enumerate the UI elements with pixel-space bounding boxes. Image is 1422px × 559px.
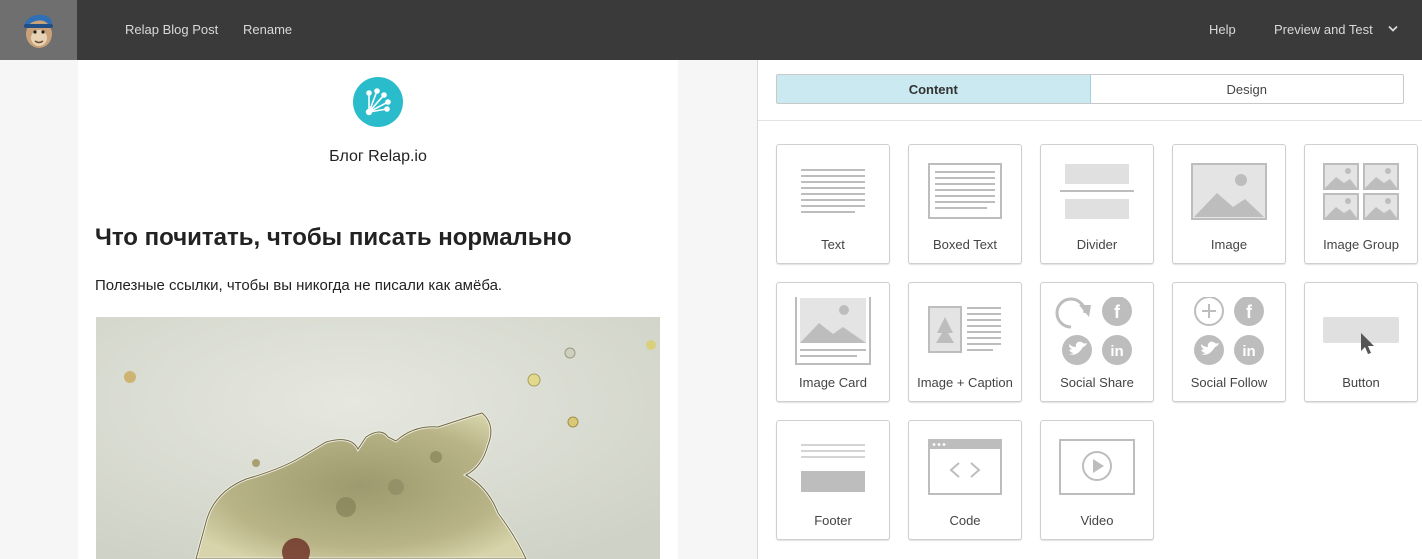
freddie-icon	[24, 14, 53, 48]
block-social-share[interactable]: f in Social Share	[1040, 282, 1154, 402]
block-label: Image Card	[799, 375, 867, 390]
svg-text:in: in	[1110, 343, 1123, 360]
code-icon	[928, 439, 1002, 495]
svg-text:f: f	[1246, 302, 1253, 322]
panel-divider	[758, 120, 1422, 121]
help-link[interactable]: Help	[1209, 22, 1236, 38]
block-image-group[interactable]: Image Group	[1304, 144, 1418, 264]
preview-and-test-menu[interactable]: Preview and Test	[1274, 22, 1373, 38]
blog-name: Блог Relap.io	[329, 148, 427, 165]
block-label: Social Share	[1060, 375, 1134, 390]
mailchimp-logo[interactable]	[0, 0, 77, 60]
content-panel: Content Design Text Boxed Text Divider I…	[757, 60, 1422, 559]
block-image-caption[interactable]: Image + Caption	[908, 282, 1022, 402]
block-footer[interactable]: Footer	[776, 420, 890, 540]
email-headline: Что почитать, чтобы писать нормально	[95, 224, 572, 251]
footer-icon	[801, 444, 865, 492]
block-label: Divider	[1076, 237, 1118, 252]
text-block-icon	[801, 169, 865, 213]
block-label: Image	[1210, 237, 1248, 252]
top-bar: Relap Blog Post Rename Help Preview and …	[0, 0, 1422, 60]
panel-tabs: Content Design	[776, 74, 1404, 104]
block-label: Image + Caption	[917, 375, 1013, 390]
block-code[interactable]: Code	[908, 420, 1022, 540]
block-label: Image Group	[1323, 237, 1399, 252]
social-follow-icon: f in	[1194, 297, 1264, 365]
tab-design[interactable]: Design	[1091, 75, 1404, 103]
block-image[interactable]: Image	[1172, 144, 1286, 264]
rename-link[interactable]: Rename	[243, 22, 292, 38]
campaign-name-link[interactable]: Relap Blog Post	[125, 22, 218, 38]
email-lead-text: Полезные ссылки, чтобы вы никогда не пис…	[95, 277, 503, 294]
block-label: Text	[821, 237, 845, 252]
block-label: Video	[1080, 513, 1114, 528]
block-label: Code	[949, 513, 981, 528]
block-image-card[interactable]: Image Card	[776, 282, 890, 402]
block-button[interactable]: Button	[1304, 282, 1418, 402]
svg-text:in: in	[1242, 343, 1255, 360]
social-share-icon: f in	[1055, 297, 1132, 365]
video-icon	[1059, 439, 1135, 495]
image-icon	[1191, 163, 1267, 220]
tab-content[interactable]: Content	[777, 75, 1091, 103]
image-card-icon	[795, 297, 871, 365]
amoeba-photo	[96, 317, 660, 559]
button-block-icon	[1323, 317, 1399, 354]
image-group-icon	[1323, 163, 1399, 220]
block-boxed-text[interactable]: Boxed Text	[908, 144, 1022, 264]
block-divider[interactable]: Divider	[1040, 144, 1154, 264]
block-label: Boxed Text	[932, 237, 998, 252]
block-label: Footer	[814, 513, 852, 528]
email-preview[interactable]: Блог Relap.io Что почитать, чтобы писать…	[78, 60, 678, 559]
block-label: Button	[1342, 375, 1380, 390]
block-video[interactable]: Video	[1040, 420, 1154, 540]
image-caption-icon	[928, 306, 1001, 353]
boxed-text-icon	[928, 163, 1002, 219]
block-text[interactable]: Text	[776, 144, 890, 264]
block-social-follow[interactable]: f in Social Follow	[1172, 282, 1286, 402]
chevron-down-icon[interactable]	[1388, 25, 1398, 33]
divider-icon	[1060, 164, 1134, 219]
svg-text:f: f	[1114, 302, 1121, 322]
block-label: Social Follow	[1190, 375, 1268, 390]
relap-logo-icon	[353, 77, 403, 127]
